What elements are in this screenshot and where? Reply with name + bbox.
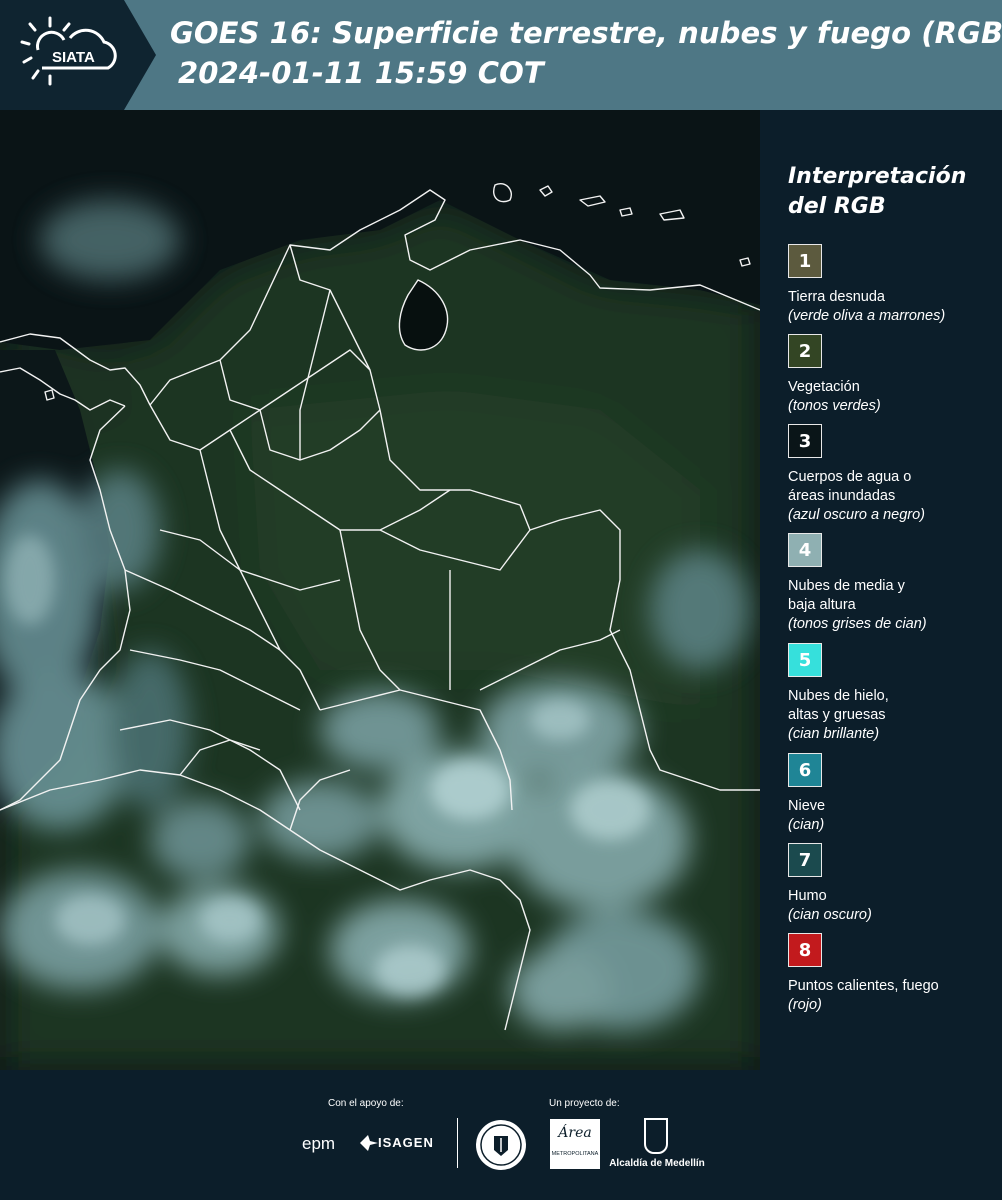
legend-label-5: Nubes de hielo, altas y gruesas [788, 687, 1002, 725]
epm-logo: epm [302, 1134, 336, 1153]
legend-sub-8: (rojo) [788, 997, 822, 1013]
medellin-shield-icon [644, 1118, 668, 1154]
seal-icon [480, 1124, 522, 1166]
legend-sub-1: (verde oliva a marrones) [788, 308, 946, 324]
siata-logo: SIATA [0, 0, 156, 110]
isagen-text: ISAGEN [378, 1135, 434, 1150]
legend-label-1: Tierra desnuda [788, 289, 885, 305]
legend-sub-2: (tonos verdes) [788, 398, 881, 414]
support-label: Con el apoyo de: [328, 1098, 404, 1109]
project-label: Un proyecto de: [549, 1098, 620, 1109]
medellin-logo-text: Alcaldía de Medellín [609, 1158, 705, 1169]
header-bar: SIATA GOES 16: Superficie terrestre, nub… [0, 0, 1002, 110]
legend-label-3-line2: áreas inundadas [788, 488, 896, 504]
legend-swatch-2: 2 [788, 334, 822, 368]
legend-item-3: 3 Cuerpos de agua o áreas inundadas (azu… [788, 424, 1002, 525]
legend-sub-7: (cian oscuro) [788, 907, 872, 923]
legend-label-5-line2: altas y gruesas [788, 707, 886, 723]
seal-logo [476, 1120, 526, 1170]
legend-title-line2: del RGB [788, 194, 886, 219]
legend-label-7: Humo [788, 888, 827, 904]
footer-divider [457, 1118, 458, 1168]
page-timestamp: 2024-01-11 15:59 COT [178, 56, 544, 90]
area-metropolitana-logo: Área METROPOLITANA [550, 1119, 600, 1169]
legend-label-4-line1: Nubes de media y [788, 578, 905, 594]
isagen-mark-icon [360, 1135, 378, 1151]
legend-sub-3: (azul oscuro a negro) [788, 507, 926, 523]
legend-item-5: 5 Nubes de hielo, altas y gruesas (cian … [788, 643, 1002, 744]
legend-sub-6: (cian) [788, 817, 825, 833]
legend-item-1: 1 Tierra desnuda (verde oliva a marrones… [788, 244, 1002, 326]
legend-label-3: Cuerpos de agua o áreas inundadas [788, 468, 1002, 506]
legend-swatch-3: 3 [788, 424, 822, 458]
legend-swatch-6: 6 [788, 753, 822, 787]
legend-panel: Interpretación del RGB 1 Tierra desnuda … [760, 110, 1002, 1070]
legend-label-4-line2: baja altura [788, 597, 856, 613]
area-logo-text: Área [558, 1125, 592, 1141]
area-logo-subtext: METROPOLITANA [551, 1151, 599, 1157]
page-title: GOES 16: Superficie terrestre, nubes y f… [170, 16, 1002, 50]
legend-sub-4: (tonos grises de cian) [788, 616, 927, 632]
legend-swatch-1: 1 [788, 244, 822, 278]
legend-title: Interpretación del RGB [788, 162, 988, 222]
satellite-map [0, 110, 760, 1070]
legend-label-8: Puntos calientes, fuego [788, 978, 939, 994]
legend-label-3-line1: Cuerpos de agua o [788, 469, 912, 485]
siata-logo-text: SIATA [52, 49, 95, 66]
legend-item-6: 6 Nieve (cian) [788, 753, 1002, 835]
legend-label-2: Vegetación [788, 379, 860, 395]
footer: Con el apoyo de: Un proyecto de: epm ISA… [0, 1070, 1002, 1200]
legend-item-2: 2 Vegetación (tonos verdes) [788, 334, 1002, 416]
legend-label-4: Nubes de media y baja altura [788, 577, 1002, 615]
legend-item-7: 7 Humo (cian oscuro) [788, 843, 1002, 925]
legend-item-4: 4 Nubes de media y baja altura (tonos gr… [788, 533, 1002, 634]
legend-sub-5: (cian brillante) [788, 726, 880, 742]
legend-swatch-8: 8 [788, 933, 822, 967]
legend-label-5-line1: Nubes de hielo, [788, 688, 889, 704]
legend-label-6: Nieve [788, 798, 826, 814]
legend-swatch-5: 5 [788, 643, 822, 677]
legend-title-line1: Interpretación [788, 164, 967, 189]
legend-item-8: 8 Puntos calientes, fuego (rojo) [788, 933, 1002, 1015]
legend-swatch-4: 4 [788, 533, 822, 567]
legend-swatch-7: 7 [788, 843, 822, 877]
